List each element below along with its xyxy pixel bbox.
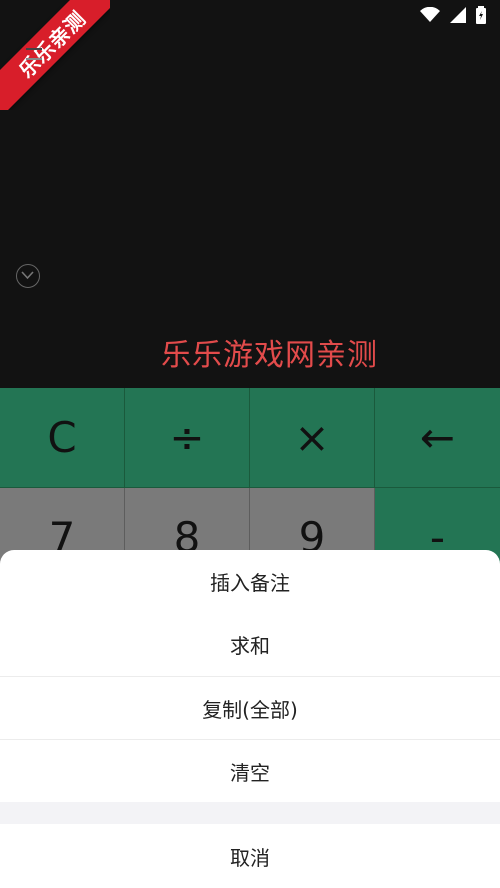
clear-option[interactable]: 清空	[0, 739, 500, 802]
clear-key[interactable]: C	[0, 388, 125, 488]
calculator-screen: 乐乐亲测 乐乐游戏网亲测 C ÷ × ← 7 8 9 - 插入备注 求和 复制(…	[0, 0, 500, 888]
key-label: ←	[419, 413, 456, 462]
wifi-icon	[420, 7, 440, 22]
cancel-button[interactable]: 取消	[0, 824, 500, 888]
expand-history-icon[interactable]	[16, 264, 40, 288]
copy-all-option[interactable]: 复制(全部)	[0, 676, 500, 739]
display-overlay-text: 乐乐游戏网亲测	[161, 338, 378, 373]
insert-note-option[interactable]: 插入备注	[0, 550, 500, 613]
watermark-text: 乐乐亲测	[0, 0, 110, 110]
watermark-ribbon: 乐乐亲测	[0, 0, 110, 110]
key-label: ×	[294, 413, 330, 462]
action-sheet: 插入备注 求和 复制(全部) 清空 取消	[0, 550, 500, 888]
key-label: C	[47, 413, 77, 462]
battery-icon	[476, 6, 486, 24]
sheet-divider	[0, 802, 500, 824]
multiply-key[interactable]: ×	[250, 388, 375, 488]
divide-key[interactable]: ÷	[125, 388, 250, 488]
keypad-row: C ÷ × ←	[0, 388, 500, 488]
sum-option[interactable]: 求和	[0, 613, 500, 676]
status-icons	[420, 6, 486, 24]
key-label: ÷	[169, 413, 205, 462]
cell-signal-icon	[450, 7, 466, 23]
menu-icon[interactable]	[26, 48, 42, 60]
backspace-key[interactable]: ←	[375, 388, 500, 488]
